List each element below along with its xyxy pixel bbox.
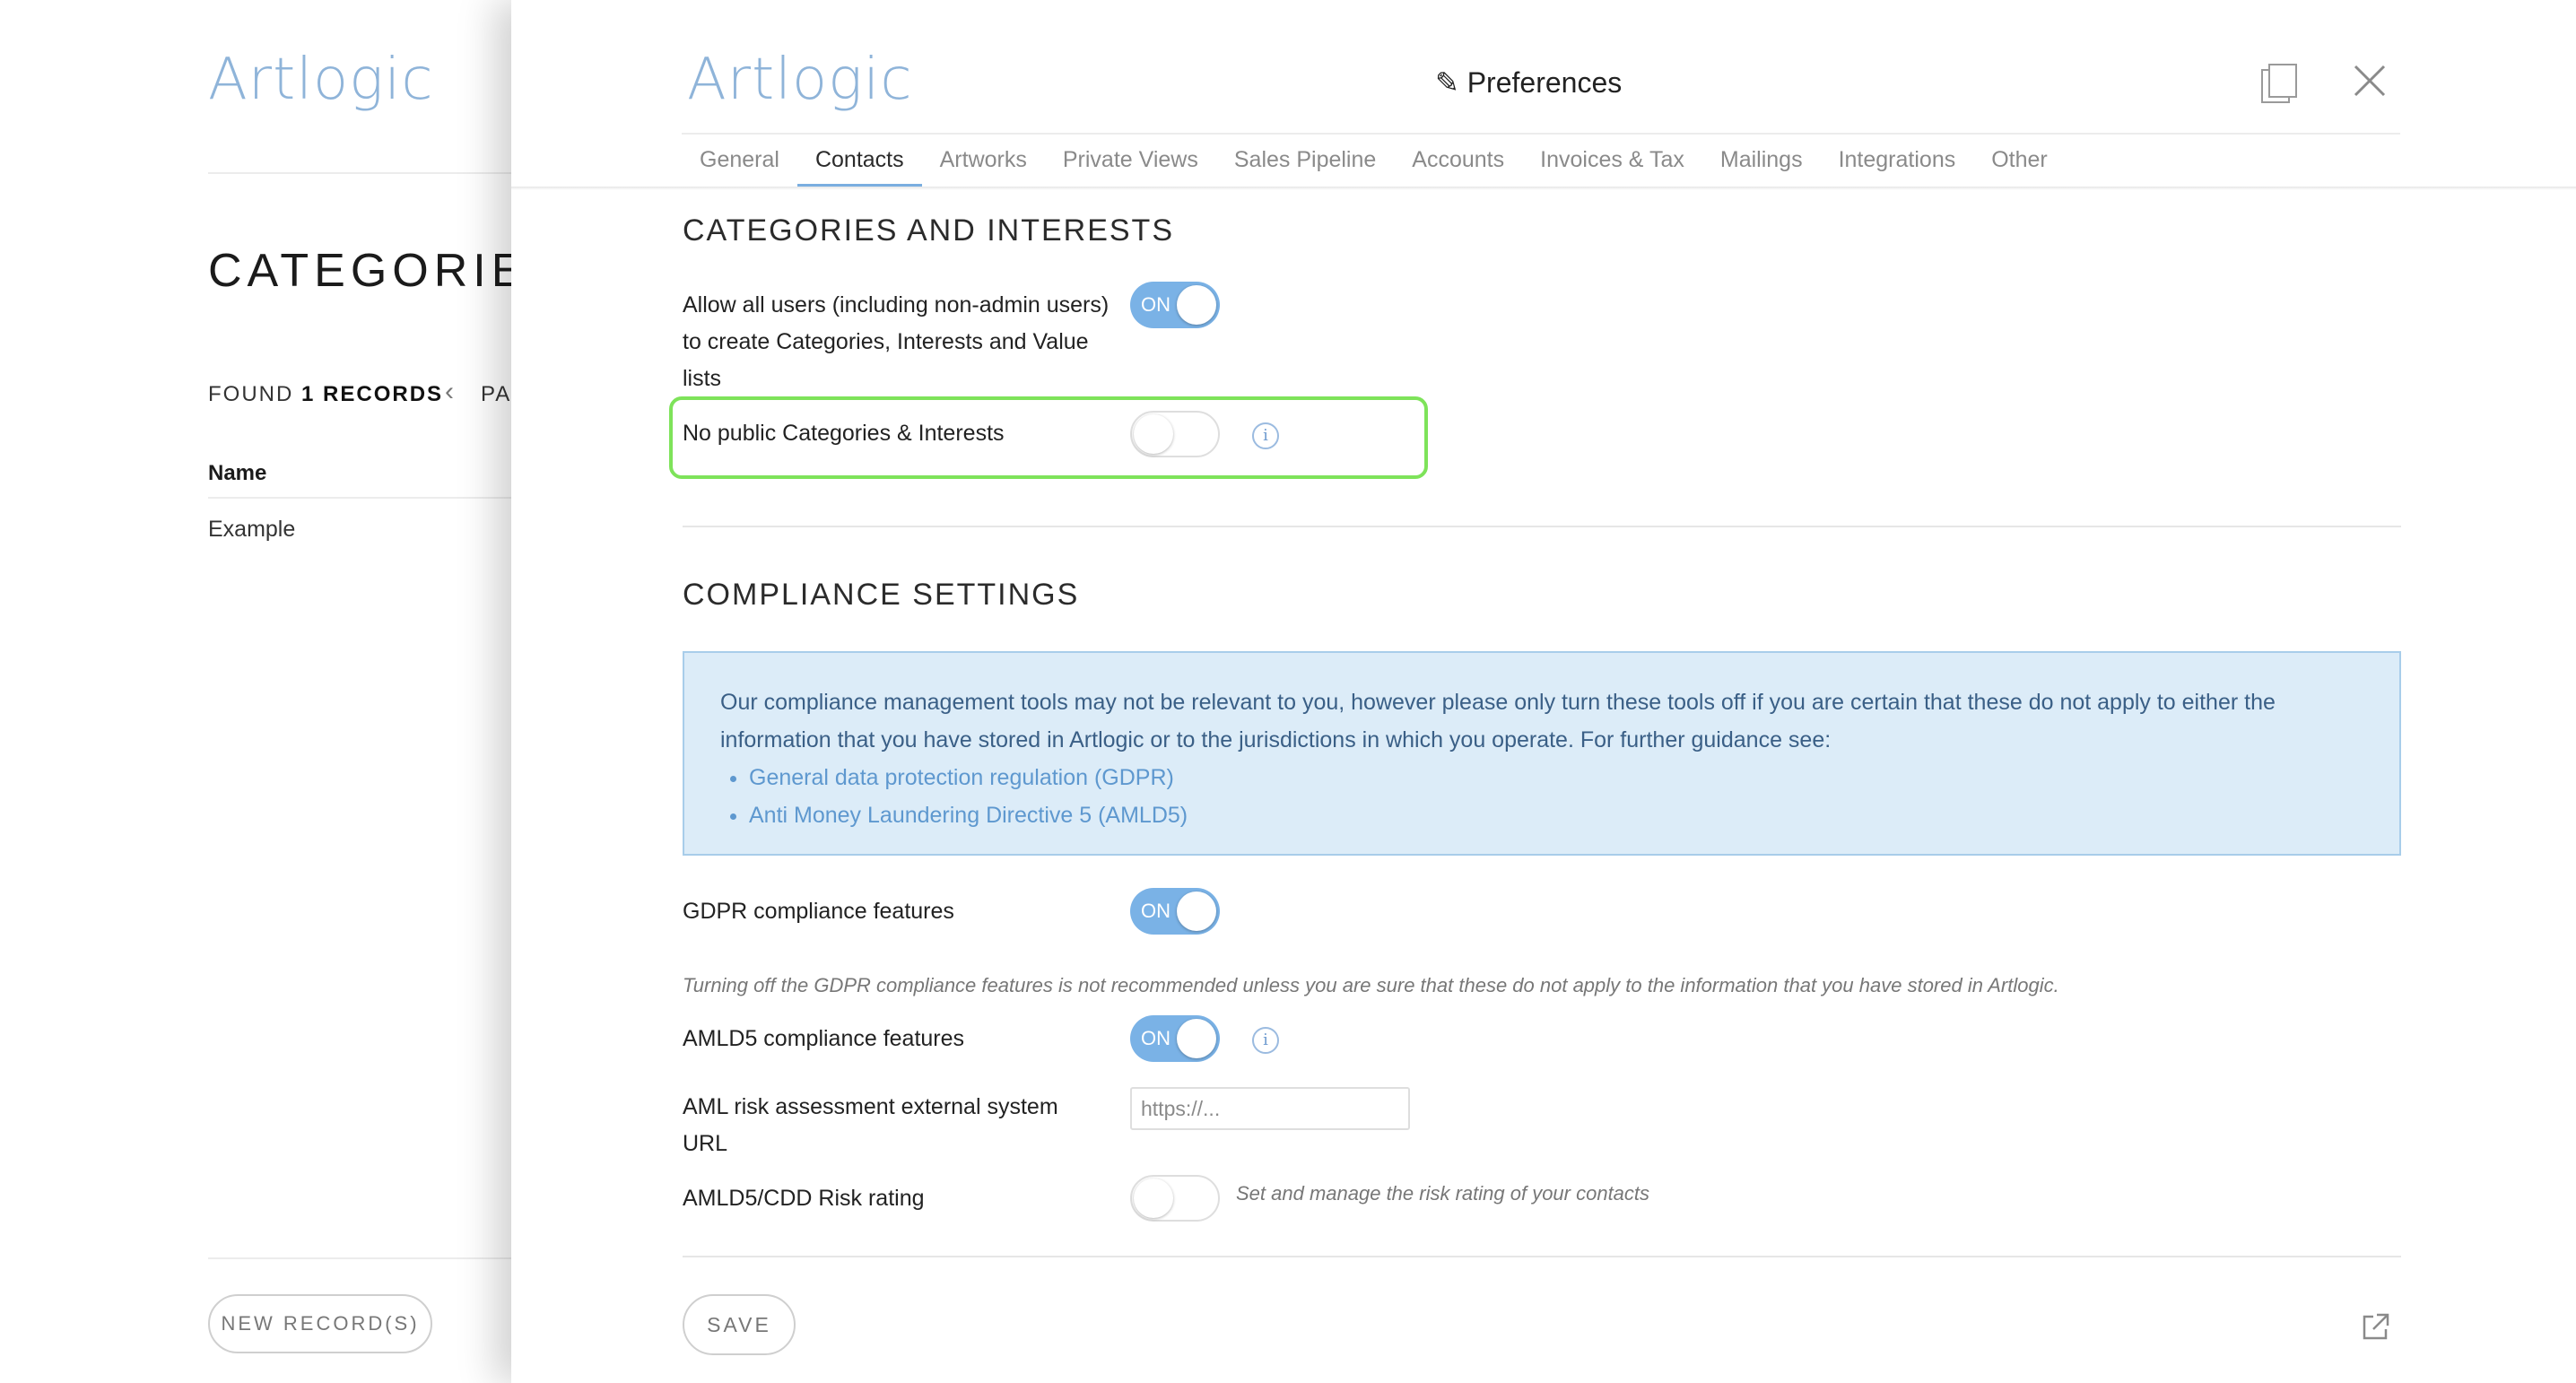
risk-rating-toggle[interactable] — [1130, 1175, 1220, 1222]
divider — [208, 1257, 513, 1259]
tab-other[interactable]: Other — [1973, 135, 2066, 187]
artlogic-logo: Artlogic — [687, 47, 913, 113]
table-row[interactable]: Example — [208, 517, 295, 543]
tab-general[interactable]: General — [682, 135, 797, 187]
preferences-panel: Artlogic ✎ Preferences General Contacts … — [511, 0, 2576, 1383]
save-button[interactable]: SAVE — [683, 1294, 796, 1355]
compliance-info-box: Our compliance management tools may not … — [683, 651, 2401, 856]
tab-integrations[interactable]: Integrations — [1821, 135, 1974, 187]
tab-contacts[interactable]: Contacts — [796, 135, 922, 187]
guidance-links: General data protection regulation (GDPR… — [720, 759, 2363, 834]
new-record-button[interactable]: NEW RECORD(S) — [208, 1294, 432, 1353]
preferences-tabs: General Contacts Artworks Private Views … — [682, 135, 2066, 187]
records-count: FOUND 1 RECORDS — [208, 382, 444, 406]
tab-accounts[interactable]: Accounts — [1394, 135, 1522, 187]
info-icon[interactable]: i — [1252, 1027, 1279, 1054]
gdpr-link[interactable]: General data protection regulation (GDPR… — [749, 765, 1174, 790]
divider — [208, 172, 513, 174]
gdpr-label: GDPR compliance features — [683, 899, 954, 924]
tab-artworks[interactable]: Artworks — [922, 135, 1045, 187]
divider — [208, 497, 513, 499]
no-public-label: No public Categories & Interests — [683, 421, 1005, 446]
external-link-icon[interactable] — [2361, 1311, 2391, 1342]
toggle-knob — [1134, 1179, 1173, 1218]
close-icon[interactable] — [2352, 63, 2388, 99]
tab-mailings[interactable]: Mailings — [1702, 135, 1821, 187]
allow-users-toggle[interactable]: ON — [1130, 282, 1220, 328]
amld5-label: AMLD5 compliance features — [683, 1026, 965, 1051]
gdpr-note: Turning off the GDPR compliance features… — [683, 974, 2059, 996]
risk-rating-note: Set and manage the risk rating of your c… — [1236, 1182, 1650, 1205]
tab-invoices-tax[interactable]: Invoices & Tax — [1522, 135, 1702, 187]
tab-private-views[interactable]: Private Views — [1045, 135, 1216, 187]
column-header-name[interactable]: Name — [208, 461, 266, 486]
risk-rating-label: AMLD5/CDD Risk rating — [683, 1186, 925, 1211]
tab-sales-pipeline[interactable]: Sales Pipeline — [1216, 135, 1394, 187]
background-page: Artlogic CATEGORIES FOUND 1 RECORDS ‹ PA… — [0, 0, 559, 1383]
list-item: General data protection regulation (GDPR… — [749, 759, 2363, 796]
tabs-shadow — [511, 187, 2576, 190]
categories-heading: CATEGORIES AND INTERESTS — [683, 213, 1175, 248]
aml-url-input[interactable] — [1130, 1087, 1410, 1130]
divider — [683, 526, 2401, 527]
amld5-toggle[interactable]: ON — [1130, 1015, 1220, 1062]
allow-users-label: Allow all users (including non-admin use… — [683, 292, 1110, 391]
toggle-knob — [1134, 414, 1173, 454]
chevron-left-icon[interactable]: ‹ — [445, 377, 454, 407]
panel-title: ✎ Preferences — [1435, 66, 1623, 99]
toggle-knob — [1177, 1019, 1216, 1058]
compliance-heading: COMPLIANCE SETTINGS — [683, 578, 1080, 612]
divider — [683, 1256, 2401, 1257]
info-icon[interactable]: i — [1252, 422, 1279, 449]
no-public-toggle[interactable] — [1130, 411, 1220, 457]
pager-label: PA — [481, 382, 512, 406]
amld5-link[interactable]: Anti Money Laundering Directive 5 (AMLD5… — [749, 803, 1188, 828]
artlogic-logo: Artlogic — [208, 47, 434, 113]
list-item: Anti Money Laundering Directive 5 (AMLD5… — [749, 796, 2363, 834]
copy-icon[interactable] — [2260, 63, 2300, 104]
toggle-knob — [1177, 892, 1216, 931]
compliance-info-text: Our compliance management tools may not … — [720, 690, 2276, 752]
gdpr-toggle[interactable]: ON — [1130, 888, 1220, 935]
aml-url-label: AML risk assessment external system URL — [683, 1094, 1058, 1156]
toggle-knob — [1177, 285, 1216, 325]
